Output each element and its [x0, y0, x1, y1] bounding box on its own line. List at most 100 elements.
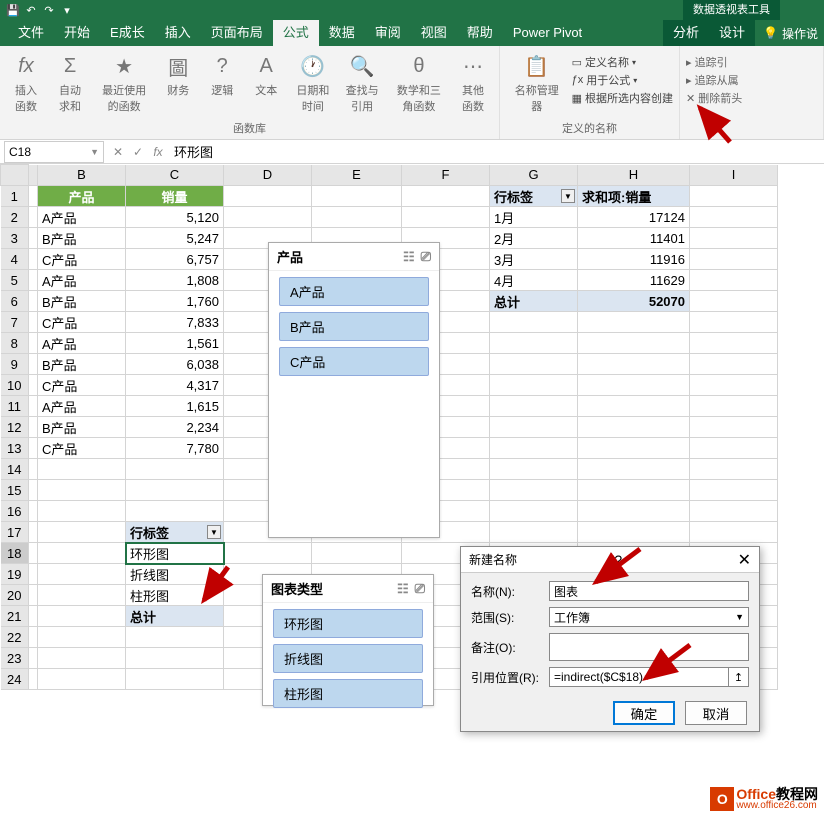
theta-icon: θ — [405, 52, 433, 80]
datetime-button[interactable]: 🕐日期和时间 — [290, 50, 335, 116]
col-header[interactable]: I — [690, 165, 778, 186]
remove-arrows-button[interactable]: ✕ 删除箭头 — [686, 90, 817, 106]
recent-button[interactable]: ★最近使用的函数 — [94, 50, 154, 116]
tab-view[interactable]: 视图 — [411, 20, 457, 46]
defined-names-label: 定义的名称 — [506, 121, 673, 137]
col-header[interactable]: C — [126, 165, 224, 186]
name-input[interactable] — [549, 581, 749, 601]
logo-icon: O — [710, 787, 734, 811]
tab-review[interactable]: 审阅 — [365, 20, 411, 46]
tab-page-layout[interactable]: 页面布局 — [201, 20, 273, 46]
refers-label: 引用位置(R): — [471, 669, 541, 686]
filter-dropdown-icon[interactable]: ▼ — [561, 189, 575, 203]
trace-dependents-button[interactable]: ▸ 追踪从属 — [686, 72, 817, 88]
tab-powerpivot[interactable]: Power Pivot — [503, 20, 592, 46]
name-box[interactable]: C18▼ — [4, 141, 104, 163]
multi-select-icon[interactable]: ☷ — [397, 581, 409, 597]
formula-input[interactable]: 环形图 — [168, 142, 824, 161]
slicer-product[interactable]: 产品 ☷⎚ A产品 B产品 C产品 — [268, 242, 440, 538]
cell[interactable]: 产品 — [38, 186, 126, 207]
financial-button[interactable]: 圖财务 — [158, 50, 198, 100]
refers-input[interactable] — [549, 667, 729, 687]
tab-help[interactable]: 帮助 — [457, 20, 503, 46]
math-button[interactable]: θ数学和三角函数 — [389, 50, 449, 116]
save-icon[interactable]: 💾 — [4, 1, 22, 19]
help-icon[interactable]: ? — [614, 552, 622, 568]
clear-filter-icon[interactable]: ⎚ — [421, 249, 431, 265]
close-icon[interactable]: ✕ — [738, 550, 751, 570]
pivot-tools-label: 数据透视表工具 — [683, 0, 780, 20]
logic-icon: ? — [208, 52, 236, 80]
name-manager-button[interactable]: 📋名称管理器 — [506, 50, 568, 116]
define-name-button[interactable]: ▭定义名称▾ — [572, 54, 673, 70]
more-icon: ⋯ — [459, 52, 487, 80]
col-header[interactable] — [29, 165, 38, 186]
logical-button[interactable]: ?逻辑 — [202, 50, 242, 100]
cancel-button[interactable]: 取消 — [685, 701, 747, 725]
ribbon: fx插入函数 Σ自动求和 ★最近使用的函数 圖财务 ?逻辑 A文本 🕐日期和时间… — [0, 46, 824, 140]
undo-icon[interactable]: ↶ — [22, 1, 40, 19]
tab-design[interactable]: 设计 — [709, 20, 755, 46]
qat-more-icon[interactable]: ▾ — [58, 1, 76, 19]
slicer-item[interactable]: A产品 — [279, 277, 429, 306]
scope-select[interactable]: 工作簿▼ — [549, 607, 749, 627]
sigma-icon: Σ — [56, 52, 84, 80]
comment-textarea[interactable] — [549, 633, 749, 661]
multi-select-icon[interactable]: ☷ — [403, 249, 415, 265]
col-header[interactable]: E — [312, 165, 402, 186]
formula-bar: C18▼ ✕ ✓ fx 环形图 — [0, 140, 824, 164]
enter-icon[interactable]: ✓ — [128, 142, 148, 162]
use-in-formula-button[interactable]: ƒx用于公式▾ — [572, 72, 673, 88]
create-from-selection-button[interactable]: ▦根据所选内容创建 — [572, 90, 673, 106]
lookup-button[interactable]: 🔍查找与引用 — [340, 50, 385, 116]
tab-egrowth[interactable]: E成长 — [100, 20, 155, 46]
slicer-item[interactable]: 柱形图 — [273, 679, 423, 708]
trace-precedents-button[interactable]: ▸ 追踪引 — [686, 54, 817, 70]
autosum-button[interactable]: Σ自动求和 — [50, 50, 90, 116]
tab-formulas[interactable]: 公式 — [273, 20, 319, 46]
tab-analyze[interactable]: 分析 — [663, 20, 709, 46]
slicer-item[interactable]: B产品 — [279, 312, 429, 341]
range-picker-icon[interactable]: ↥ — [729, 667, 749, 687]
col-header[interactable]: B — [38, 165, 126, 186]
selected-cell[interactable]: 环形图 — [126, 543, 224, 564]
chevron-down-icon[interactable]: ▼ — [90, 147, 99, 157]
text-icon: A — [252, 52, 280, 80]
clear-filter-icon[interactable]: ⎚ — [415, 581, 425, 597]
col-header[interactable]: F — [402, 165, 490, 186]
tab-insert[interactable]: 插入 — [155, 20, 201, 46]
chevron-down-icon: ▾ — [633, 76, 637, 85]
fx-icon: fx — [12, 52, 40, 80]
more-fn-button[interactable]: ⋯其他函数 — [453, 50, 493, 116]
tab-file[interactable]: 文件 — [8, 20, 54, 46]
insert-function-button[interactable]: fx插入函数 — [6, 50, 46, 116]
chevron-down-icon: ▼ — [735, 612, 744, 622]
col-header[interactable]: H — [578, 165, 690, 186]
redo-icon[interactable]: ↷ — [40, 1, 58, 19]
tell-me[interactable]: 操作说 — [782, 25, 818, 42]
filter-dropdown-icon[interactable]: ▼ — [207, 525, 221, 539]
slicer-item[interactable]: 折线图 — [273, 644, 423, 673]
money-icon: 圖 — [164, 52, 192, 80]
col-header[interactable]: D — [224, 165, 312, 186]
fx-icon[interactable]: fx — [148, 142, 168, 162]
tag-icon: ▭ — [572, 56, 582, 69]
slicer-item[interactable]: 环形图 — [273, 609, 423, 638]
tab-home[interactable]: 开始 — [54, 20, 100, 46]
cell[interactable]: 求和项:销量 — [578, 186, 690, 207]
text-button[interactable]: A文本 — [246, 50, 286, 100]
star-icon: ★ — [110, 52, 138, 80]
col-header[interactable]: G — [490, 165, 578, 186]
clock-icon: 🕐 — [299, 52, 327, 80]
fn-library-label: 函数库 — [6, 121, 493, 137]
tab-data[interactable]: 数据 — [319, 20, 365, 46]
select-all[interactable] — [1, 165, 29, 186]
slicer-chart-type[interactable]: 图表类型 ☷⎚ 环形图 折线图 柱形图 — [262, 574, 434, 706]
cell[interactable]: 行标签▼ — [490, 186, 578, 207]
cell[interactable]: 销量 — [126, 186, 224, 207]
ok-button[interactable]: 确定 — [613, 701, 675, 725]
cancel-icon[interactable]: ✕ — [108, 142, 128, 162]
ribbon-tabs: 文件 开始 E成长 插入 页面布局 公式 数据 审阅 视图 帮助 Power P… — [0, 20, 824, 46]
watermark: O Office教程网 www.office26.com — [710, 787, 818, 811]
slicer-item[interactable]: C产品 — [279, 347, 429, 376]
